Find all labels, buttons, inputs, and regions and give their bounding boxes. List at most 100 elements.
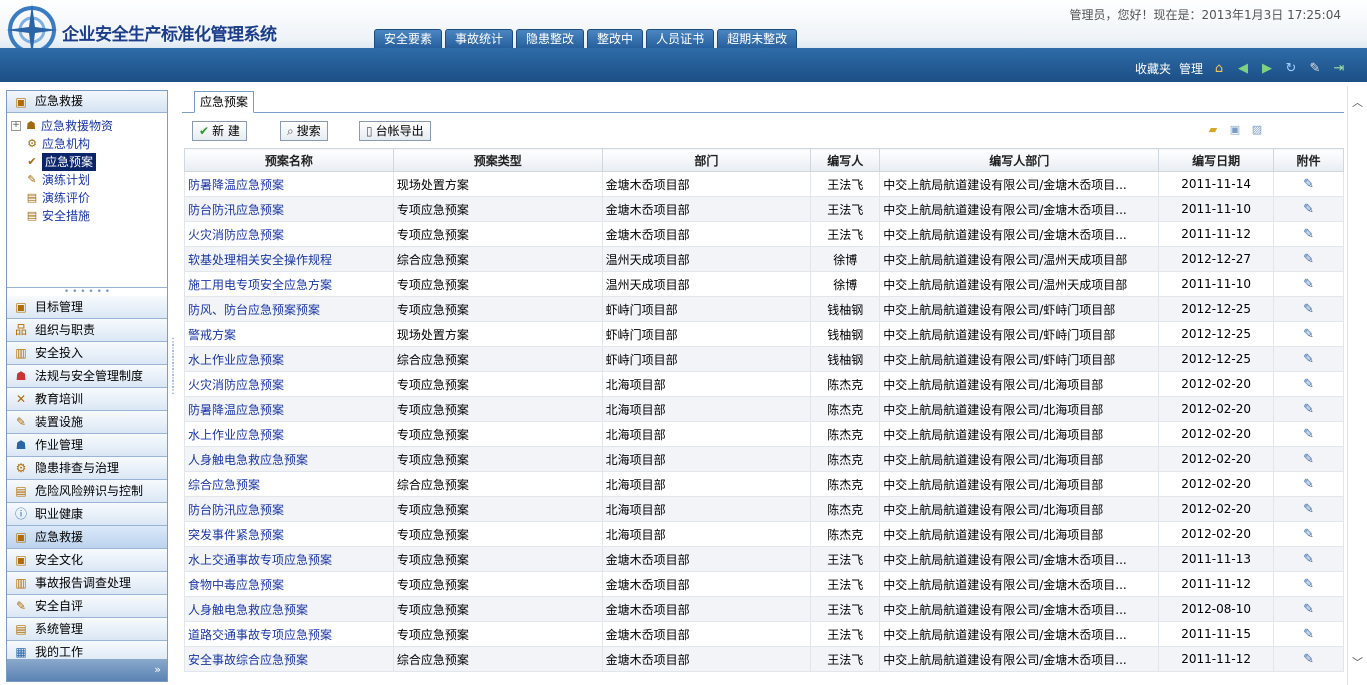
- table-row[interactable]: 软基处理相关安全操作规程 综合应急预案 温州天成项目部 徐博 中交上航局航道建设有限公司…: [184, 246, 1344, 272]
- attachment-icon[interactable]: ✎: [1303, 477, 1314, 492]
- scroll-up-icon[interactable]: ︿: [1352, 94, 1363, 110]
- nav-tab-safety-elements[interactable]: 安全要素: [374, 29, 443, 49]
- cell-plan-name[interactable]: 防台防汛应急预案: [184, 496, 394, 522]
- tools-icon[interactable]: ✎: [1307, 61, 1323, 77]
- col-department[interactable]: 部门: [601, 148, 812, 172]
- table-row[interactable]: 食物中毒应急预案 专项应急预案 金塘木岙项目部 王法飞 中交上航局航道建设有限公司/金塘…: [184, 571, 1344, 597]
- cell-plan-name[interactable]: 人身触电急救应急预案: [184, 596, 394, 622]
- cell-attachment[interactable]: ✎: [1273, 321, 1344, 347]
- favorites-link[interactable]: 收藏夹: [1135, 60, 1171, 77]
- attachment-icon[interactable]: ✎: [1303, 502, 1314, 517]
- attachment-icon[interactable]: ✎: [1303, 402, 1314, 417]
- tree-item-drill-eval[interactable]: ▤ 演练评价: [11, 189, 167, 207]
- table-row[interactable]: 火灾消防应急预案 专项应急预案 北海项目部 陈杰克 中交上航局航道建设有限公司/北海项目…: [184, 371, 1344, 397]
- menu-item-culture[interactable]: ▣ 安全文化: [7, 549, 167, 572]
- attachment-icon[interactable]: ✎: [1303, 277, 1314, 292]
- table-row[interactable]: 人身触电急救应急预案 专项应急预案 金塘木岙项目部 王法飞 中交上航局航道建设有限公司/…: [184, 596, 1344, 622]
- cell-plan-name[interactable]: 火灾消防应急预案: [184, 371, 394, 397]
- attachment-icon[interactable]: ✎: [1303, 577, 1314, 592]
- cell-attachment[interactable]: ✎: [1273, 571, 1344, 597]
- menu-item-organization[interactable]: 品组织与职责: [7, 319, 167, 342]
- table-row[interactable]: 防台防汛应急预案 专项应急预案 北海项目部 陈杰克 中交上航局航道建设有限公司/北海项目…: [184, 496, 1344, 522]
- menu-item-regulations[interactable]: ☗ 法规与安全管理制度: [7, 365, 167, 388]
- nav-tab-overdue[interactable]: 超期未整改: [717, 29, 798, 49]
- tree-item-supplies[interactable]: + ☗ 应急救援物资: [11, 117, 167, 135]
- cell-plan-name[interactable]: 警戒方案: [184, 321, 394, 347]
- table-row[interactable]: 水上作业应急预案 综合应急预案 虾峙门项目部 钱柚钢 中交上航局航道建设有限公司/虾峙门…: [184, 346, 1344, 372]
- cell-attachment[interactable]: ✎: [1273, 371, 1344, 397]
- folder-icon[interactable]: ▰: [1206, 123, 1220, 137]
- attachment-icon[interactable]: ✎: [1303, 427, 1314, 442]
- cell-attachment[interactable]: ✎: [1273, 621, 1344, 647]
- menu-item-system[interactable]: ▤ 系统管理: [7, 618, 167, 641]
- table-row[interactable]: 施工用电专项安全应急方案 专项应急预案 温州天成项目部 徐博 中交上航局航道建设有限公司…: [184, 271, 1344, 297]
- attachment-icon[interactable]: ✎: [1303, 552, 1314, 567]
- cell-plan-name[interactable]: 道路交通事故专项应急预案: [184, 621, 394, 647]
- cell-plan-name[interactable]: 水上交通事故专项应急预案: [184, 546, 394, 572]
- menu-item-hazard[interactable]: ⚙ 隐患排查与治理: [7, 457, 167, 480]
- cell-attachment[interactable]: ✎: [1273, 596, 1344, 622]
- menu-item-facilities[interactable]: ✎ 装置设施: [7, 411, 167, 434]
- col-attachment[interactable]: 附件: [1273, 148, 1344, 172]
- search-button[interactable]: ⌕ 搜索: [280, 121, 328, 141]
- cell-plan-name[interactable]: 水上作业应急预案: [184, 421, 394, 447]
- cell-plan-name[interactable]: 综合应急预案: [184, 471, 394, 497]
- manage-link[interactable]: 管理: [1179, 60, 1203, 77]
- table-row[interactable]: 道路交通事故专项应急预案 专项应急预案 金塘木岙项目部 王法飞 中交上航局航道建设有限公…: [184, 621, 1344, 647]
- menu-item-risk[interactable]: ▤ 危险风险辨识与控制: [7, 480, 167, 503]
- table-row[interactable]: 突发事件紧急预案 专项应急预案 北海项目部 陈杰克 中交上航局航道建设有限公司/北海项目…: [184, 521, 1344, 547]
- attachment-icon[interactable]: ✎: [1303, 352, 1314, 367]
- nav-tab-accident-stats[interactable]: 事故统计: [445, 29, 514, 49]
- cell-attachment[interactable]: ✎: [1273, 421, 1344, 447]
- cell-plan-name[interactable]: 突发事件紧急预案: [184, 521, 394, 547]
- cell-plan-name[interactable]: 软基处理相关安全操作规程: [184, 246, 394, 272]
- col-plan-name[interactable]: 预案名称: [184, 148, 394, 172]
- menu-item-emergency[interactable]: ▣ 应急救援: [7, 526, 167, 549]
- sidebar-splitter[interactable]: • • • • • •: [7, 288, 167, 297]
- attachment-icon[interactable]: ✎: [1303, 327, 1314, 342]
- cell-plan-name[interactable]: 人身触电急救应急预案: [184, 446, 394, 472]
- layout-icon[interactable]: ▣: [1228, 123, 1242, 137]
- cell-plan-name[interactable]: 水上作业应急预案: [184, 346, 394, 372]
- table-row[interactable]: 防台防汛应急预案 专项应急预案 金塘木岙项目部 王法飞 中交上航局航道建设有限公司/金塘…: [184, 196, 1344, 222]
- attachment-icon[interactable]: ✎: [1303, 252, 1314, 267]
- table-row[interactable]: 安全事故综合应急预案 综合应急预案 金塘木岙项目部 王法飞 中交上航局航道建设有限公司/…: [184, 646, 1344, 672]
- attachment-icon[interactable]: ✎: [1303, 452, 1314, 467]
- col-plan-type[interactable]: 预案类型: [392, 148, 603, 172]
- attachment-icon[interactable]: ✎: [1303, 302, 1314, 317]
- attachment-icon[interactable]: ✎: [1303, 227, 1314, 242]
- table-row[interactable]: 防暑降温应急预案 现场处置方案 金塘木岙项目部 王法飞 中交上航局航道建设有限公司/金塘…: [184, 171, 1344, 197]
- forward-icon[interactable]: ▶: [1259, 61, 1275, 77]
- cell-attachment[interactable]: ✎: [1273, 471, 1344, 497]
- cell-plan-name[interactable]: 施工用电专项安全应急方案: [184, 271, 394, 297]
- attachment-icon[interactable]: ✎: [1303, 627, 1314, 642]
- cell-plan-name[interactable]: 防暑降温应急预案: [184, 396, 394, 422]
- nav-tab-rectifying[interactable]: 整改中: [587, 29, 644, 49]
- menu-item-investment[interactable]: ▥ 安全投入: [7, 342, 167, 365]
- col-author-department[interactable]: 编写人部门: [879, 148, 1160, 172]
- new-button[interactable]: ✔ 新 建: [192, 121, 247, 141]
- cell-attachment[interactable]: ✎: [1273, 446, 1344, 472]
- cell-attachment[interactable]: ✎: [1273, 521, 1344, 547]
- attachment-icon[interactable]: ✎: [1303, 602, 1314, 617]
- cell-attachment[interactable]: ✎: [1273, 346, 1344, 372]
- attachment-icon[interactable]: ✎: [1303, 377, 1314, 392]
- cell-plan-name[interactable]: 防台防汛应急预案: [184, 196, 394, 222]
- scrollbar[interactable]: ︿ ﹀: [1347, 86, 1366, 685]
- table-row[interactable]: 防暑降温应急预案 专项应急预案 北海项目部 陈杰克 中交上航局航道建设有限公司/北海项目…: [184, 396, 1344, 422]
- collapse-icon[interactable]: »: [154, 663, 161, 676]
- cell-attachment[interactable]: ✎: [1273, 646, 1344, 672]
- image-icon[interactable]: ▨: [1250, 123, 1264, 137]
- cell-attachment[interactable]: ✎: [1273, 271, 1344, 297]
- cell-attachment[interactable]: ✎: [1273, 396, 1344, 422]
- tree-item-drill-plan[interactable]: ✎ 演练计划: [11, 171, 167, 189]
- refresh-icon[interactable]: ↻: [1283, 61, 1299, 77]
- tree-item-measures[interactable]: ▤ 安全措施: [11, 207, 167, 225]
- export-button[interactable]: ▯ 台帐导出: [359, 121, 431, 141]
- menu-item-targets[interactable]: ▣ 目标管理: [7, 296, 167, 319]
- menu-item-self-eval[interactable]: ✎ 安全自评: [7, 595, 167, 618]
- table-row[interactable]: 综合应急预案 综合应急预案 北海项目部 陈杰克 中交上航局航道建设有限公司/北海项目部 2…: [184, 471, 1344, 497]
- sidebar-resize-handle[interactable]: ⋮ ⋮ ⋮ ⋮ ⋮ ⋮ ⋮ ⋮ ⋮: [168, 338, 178, 396]
- menu-item-training[interactable]: ✕ 教育培训: [7, 388, 167, 411]
- table-row[interactable]: 人身触电急救应急预案 专项应急预案 北海项目部 陈杰克 中交上航局航道建设有限公司/北海…: [184, 446, 1344, 472]
